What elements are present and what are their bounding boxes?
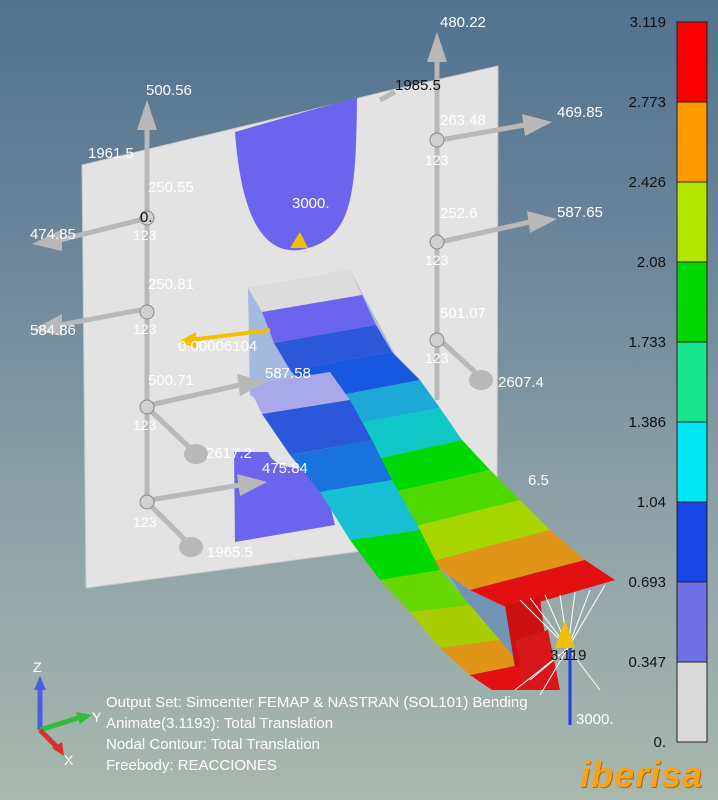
legend-value: 1.04 <box>637 494 666 511</box>
node-id: 123 <box>425 152 449 168</box>
legend-swatch <box>676 421 708 503</box>
node-id: 123 <box>133 321 157 337</box>
reaction-label: 1965.5 <box>207 544 253 561</box>
legend-swatch <box>676 101 708 183</box>
color-legend: 3.119 2.773 2.426 2.08 1.733 1.386 1.04 0.693 0.… <box>628 14 708 751</box>
legend-swatch <box>676 501 708 583</box>
node-id: 123 <box>133 514 157 530</box>
reaction-label: 0. <box>140 209 153 226</box>
reaction-label: 3000. <box>576 711 614 728</box>
reaction-label: 500.56 <box>146 82 192 99</box>
node-id: 123 <box>425 350 449 366</box>
legend-value: 1.733 <box>628 334 666 351</box>
reaction-label: 3000. <box>292 195 330 212</box>
reaction-label: 587.58 <box>265 365 311 382</box>
legend-value: 2.773 <box>628 94 666 111</box>
y-axis-icon <box>39 715 79 733</box>
reaction-label: 263.48 <box>440 112 486 129</box>
reaction-label: 2617.2 <box>206 445 252 462</box>
iberisa-logo: iberisa <box>580 754 704 795</box>
reaction-label: 501.07 <box>440 305 486 322</box>
reaction-label: 480.22 <box>440 14 486 31</box>
info-contour: Nodal Contour: Total Translation <box>106 736 321 753</box>
axis-label-y: Y <box>92 709 102 725</box>
reaction-label: 6.5 <box>528 472 549 489</box>
reaction-label: 2607.4 <box>498 374 544 391</box>
reaction-label: 584.86 <box>30 322 76 339</box>
output-info: Output Set: Simcenter FEMAP & NASTRAN (S… <box>106 692 528 776</box>
reaction-label: 500.71 <box>148 372 194 389</box>
legend-swatch <box>676 261 708 343</box>
reaction-label: 1961.5 <box>88 145 134 162</box>
axis-label-x: X <box>64 752 74 768</box>
reaction-label: 587.65 <box>557 204 603 221</box>
legend-value: 0.347 <box>628 654 666 671</box>
reaction-label: 474.85 <box>30 226 76 243</box>
legend-swatch <box>676 661 708 743</box>
info-output-set: Output Set: Simcenter FEMAP & NASTRAN (S… <box>106 694 528 711</box>
reaction-label: 475.84 <box>262 460 308 477</box>
x-axis-icon <box>38 728 60 750</box>
node-id: 123 <box>425 252 449 268</box>
legend-value: 0.693 <box>628 574 666 591</box>
legend-value: 2.08 <box>637 254 666 271</box>
legend-swatch <box>676 21 708 103</box>
legend-swatch <box>676 341 708 423</box>
info-animate: Animate(3.1193): Total Translation <box>106 715 334 732</box>
info-freebody: Freebody: REACCIONES <box>106 757 277 774</box>
axis-triad[interactable]: Z Y X <box>33 659 102 768</box>
axis-label-z: Z <box>33 659 42 675</box>
reaction-label: 1985.5 <box>395 77 441 94</box>
reaction-label: 3.119 <box>550 647 586 664</box>
reaction-label: 0.00006104 <box>178 338 257 355</box>
model-viewport[interactable]: 500.56 480.22 1985.5 263.48 469.85 1961.… <box>0 0 718 800</box>
legend-value: 1.386 <box>628 414 666 431</box>
node-id: 123 <box>133 227 157 243</box>
reaction-label: 250.81 <box>148 276 194 293</box>
reaction-label: 469.85 <box>557 104 603 121</box>
node-id: 123 <box>133 417 157 433</box>
legend-value: 0. <box>653 734 666 751</box>
legend-value: 3.119 <box>630 14 666 31</box>
reaction-label: 252.6 <box>440 205 478 222</box>
legend-value: 2.426 <box>628 174 666 191</box>
legend-swatch <box>676 181 708 263</box>
reaction-label: 250.55 <box>148 179 194 196</box>
legend-swatch <box>676 581 708 663</box>
